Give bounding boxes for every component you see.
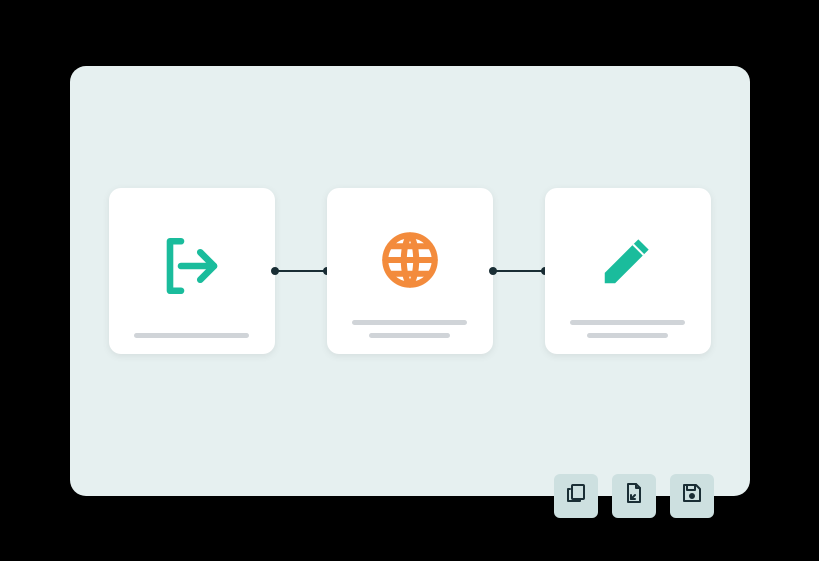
copy-icon [564, 481, 588, 510]
card-placeholder-lines [125, 333, 259, 338]
card-placeholder-lines [561, 320, 695, 338]
sign-in-icon [159, 208, 225, 325]
diagram-canvas [70, 66, 750, 496]
card-placeholder-lines [343, 320, 477, 338]
save-button[interactable] [670, 474, 714, 518]
copy-button[interactable] [554, 474, 598, 518]
flow-card-edit[interactable] [545, 188, 711, 354]
globe-icon [377, 208, 443, 312]
flow-row [109, 188, 711, 354]
connector [275, 270, 327, 272]
file-export-icon [622, 481, 646, 510]
connector [493, 270, 545, 272]
flow-card-signin[interactable] [109, 188, 275, 354]
save-icon [680, 481, 704, 510]
file-export-button[interactable] [612, 474, 656, 518]
flow-card-globe[interactable] [327, 188, 493, 354]
toolbar [554, 474, 714, 518]
pencil-icon [597, 208, 659, 312]
